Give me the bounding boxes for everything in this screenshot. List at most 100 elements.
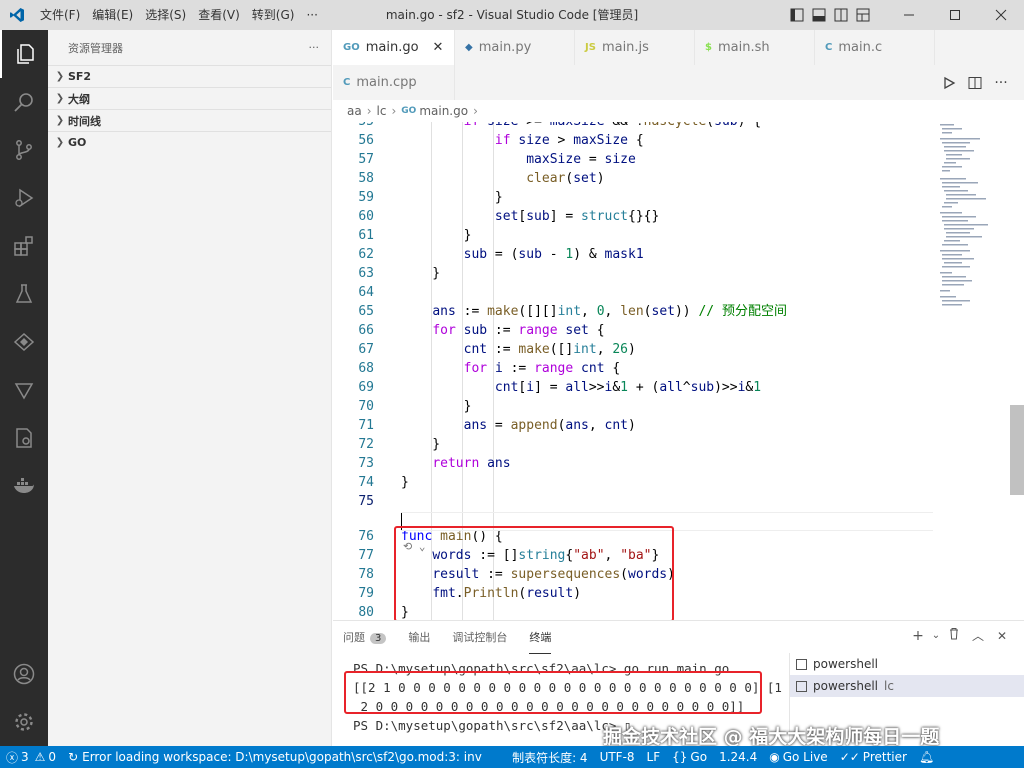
line-number: 63 <box>358 266 374 281</box>
menu-view[interactable]: 查看(V) <box>192 0 246 30</box>
code-text: } <box>401 475 409 490</box>
language-label: Go <box>690 750 708 764</box>
tab-main-cpp[interactable]: C main.cpp <box>333 65 455 100</box>
eol-status[interactable]: LF <box>641 750 667 764</box>
line-number: 76 <box>358 529 374 544</box>
problems-status[interactable]: ⓧ 3 ⚠ 0 <box>0 749 62 766</box>
section-go[interactable]: ❯ GO <box>48 131 331 153</box>
line-number: 61 <box>358 228 374 243</box>
line-number: 60 <box>358 209 374 224</box>
menu-edit[interactable]: 编辑(E) <box>86 0 139 30</box>
code-text: clear(set) <box>526 171 605 186</box>
section-outline[interactable]: ❯ 大纲 <box>48 87 331 109</box>
remote-explorer-icon[interactable] <box>0 318 48 366</box>
more-actions-icon[interactable]: ··· <box>988 75 1014 91</box>
code-line: 69 cnt[i] = all>>i&1 + (all^sub)>>i&1 <box>333 378 933 397</box>
code-text: for i := range cnt { <box>463 361 621 376</box>
toggle-panel-icon[interactable] <box>808 0 830 30</box>
tab-size-status[interactable]: 制表符长度: 4 <box>506 749 594 766</box>
tab-terminal[interactable]: 终端 <box>529 621 552 654</box>
sidebar-header: 资源管理器 ··· <box>48 30 331 65</box>
breadcrumb-item[interactable]: main.go <box>419 104 468 118</box>
minimize-icon[interactable] <box>886 0 932 30</box>
section-timeline[interactable]: ❯ 时间线 <box>48 109 331 131</box>
sidebar-more-button[interactable]: ··· <box>309 41 320 54</box>
extensions-icon[interactable] <box>0 222 48 270</box>
kill-terminal-trash-icon[interactable] <box>942 627 966 644</box>
line-number: 67 <box>358 342 374 357</box>
testing-flask-icon[interactable] <box>0 270 48 318</box>
source-control-icon[interactable] <box>0 126 48 174</box>
account-icon[interactable] <box>0 650 48 698</box>
new-terminal-plus-icon[interactable]: + <box>906 628 930 644</box>
breadcrumb-item[interactable]: aa <box>347 104 362 118</box>
tab-main-sh[interactable]: $ main.sh <box>695 30 815 65</box>
window-controls <box>886 0 1024 30</box>
search-icon[interactable] <box>0 78 48 126</box>
maximize-panel-icon[interactable]: ︿ <box>966 627 990 644</box>
go-version-status[interactable]: 1.24.4 <box>713 750 763 764</box>
toggle-sidebar-icon[interactable] <box>786 0 808 30</box>
menu-selection[interactable]: 选择(S) <box>139 0 192 30</box>
terminal-sublabel: lc <box>884 679 894 693</box>
close-tab-icon[interactable]: ✕ <box>433 40 444 55</box>
tab-main-c[interactable]: C main.c <box>815 30 935 65</box>
chevron-right-icon: ❯ <box>55 115 65 126</box>
explorer-icon[interactable] <box>0 30 48 78</box>
notifications-bell-icon[interactable]: 🔔︎ <box>913 750 940 764</box>
tab-main-go[interactable]: GO main.go ✕ <box>333 30 455 65</box>
menu-go[interactable]: 转到(G) <box>246 0 301 30</box>
breadcrumb: aa › lc › GO main.go › <box>333 100 1024 122</box>
tab-main-js[interactable]: JS main.js <box>575 30 695 65</box>
status-bar: ⓧ 3 ⚠ 0 ↻ Error loading workspace: D:\myset… <box>0 746 1024 768</box>
chevron-right-icon: › <box>366 104 372 118</box>
breadcrumb-item[interactable]: lc <box>377 104 387 118</box>
split-editor-icon[interactable] <box>962 76 988 90</box>
language-status[interactable]: {} Go <box>666 750 713 764</box>
code-text: cnt[i] = all>>i&1 + (all^sub)>>i&1 <box>494 380 762 395</box>
editor-actions: ··· <box>936 65 1014 100</box>
gitlens-icon[interactable] <box>0 366 48 414</box>
menu-file[interactable]: 文件(F) <box>34 0 86 30</box>
maximize-icon[interactable] <box>932 0 978 30</box>
line-number: 62 <box>358 247 374 262</box>
menu-more[interactable]: ··· <box>300 0 323 30</box>
line-number: 78 <box>358 567 374 582</box>
encoding-status[interactable]: UTF-8 <box>594 750 641 764</box>
minimap[interactable] <box>938 122 1008 322</box>
terminal-item[interactable]: powershell lc <box>790 675 1024 697</box>
run-debug-icon[interactable] <box>0 174 48 222</box>
toggle-secondary-sidebar-icon[interactable] <box>830 0 852 30</box>
tab-output[interactable]: 输出 <box>408 621 430 653</box>
section-label: GO <box>68 136 87 149</box>
run-file-icon[interactable] <box>936 76 962 90</box>
prettier-status[interactable]: ✓✓ Prettier <box>834 750 913 764</box>
code-text: } <box>401 399 472 414</box>
customize-layout-icon[interactable] <box>852 0 874 30</box>
tab-debug-console[interactable]: 调试控制台 <box>452 621 507 653</box>
chevron-right-icon: ❯ <box>55 71 65 82</box>
workspace-status[interactable]: ↻ Error loading workspace: D:\mysetup\gop… <box>62 750 482 764</box>
code-text: } <box>401 228 472 243</box>
tab-problems[interactable]: 问题 3 <box>343 621 387 653</box>
code-highlight-box <box>394 526 674 622</box>
layout-controls <box>786 0 874 30</box>
terminal-item[interactable]: powershell <box>790 653 1024 675</box>
code-text: sub = (sub - 1) & mask1 <box>463 247 644 262</box>
code-line: 64 <box>333 283 933 302</box>
editor-scrollbar[interactable] <box>1010 405 1024 495</box>
chevron-down-icon[interactable]: ⌄ <box>930 630 942 641</box>
line-number: 80 <box>358 605 374 620</box>
code-line: 58 clear(set) <box>333 169 933 188</box>
line-number: 70 <box>358 399 374 414</box>
editor-tabs: GO main.go ✕ ◆ main.py JS main.js $ main… <box>333 30 1024 65</box>
close-window-icon[interactable] <box>978 0 1024 30</box>
docker-icon[interactable] <box>0 462 48 510</box>
watermark: 掘金技术社区 @ 福大大架构师每日一题 <box>603 726 940 748</box>
remote-settings-icon[interactable] <box>0 414 48 462</box>
section-sf2[interactable]: ❯ SF2 <box>48 65 331 87</box>
close-panel-icon[interactable]: ✕ <box>990 629 1014 643</box>
manage-gear-icon[interactable] <box>0 698 48 746</box>
tab-main-py[interactable]: ◆ main.py <box>455 30 575 65</box>
golive-status[interactable]: ◉ Go Live <box>763 750 833 764</box>
